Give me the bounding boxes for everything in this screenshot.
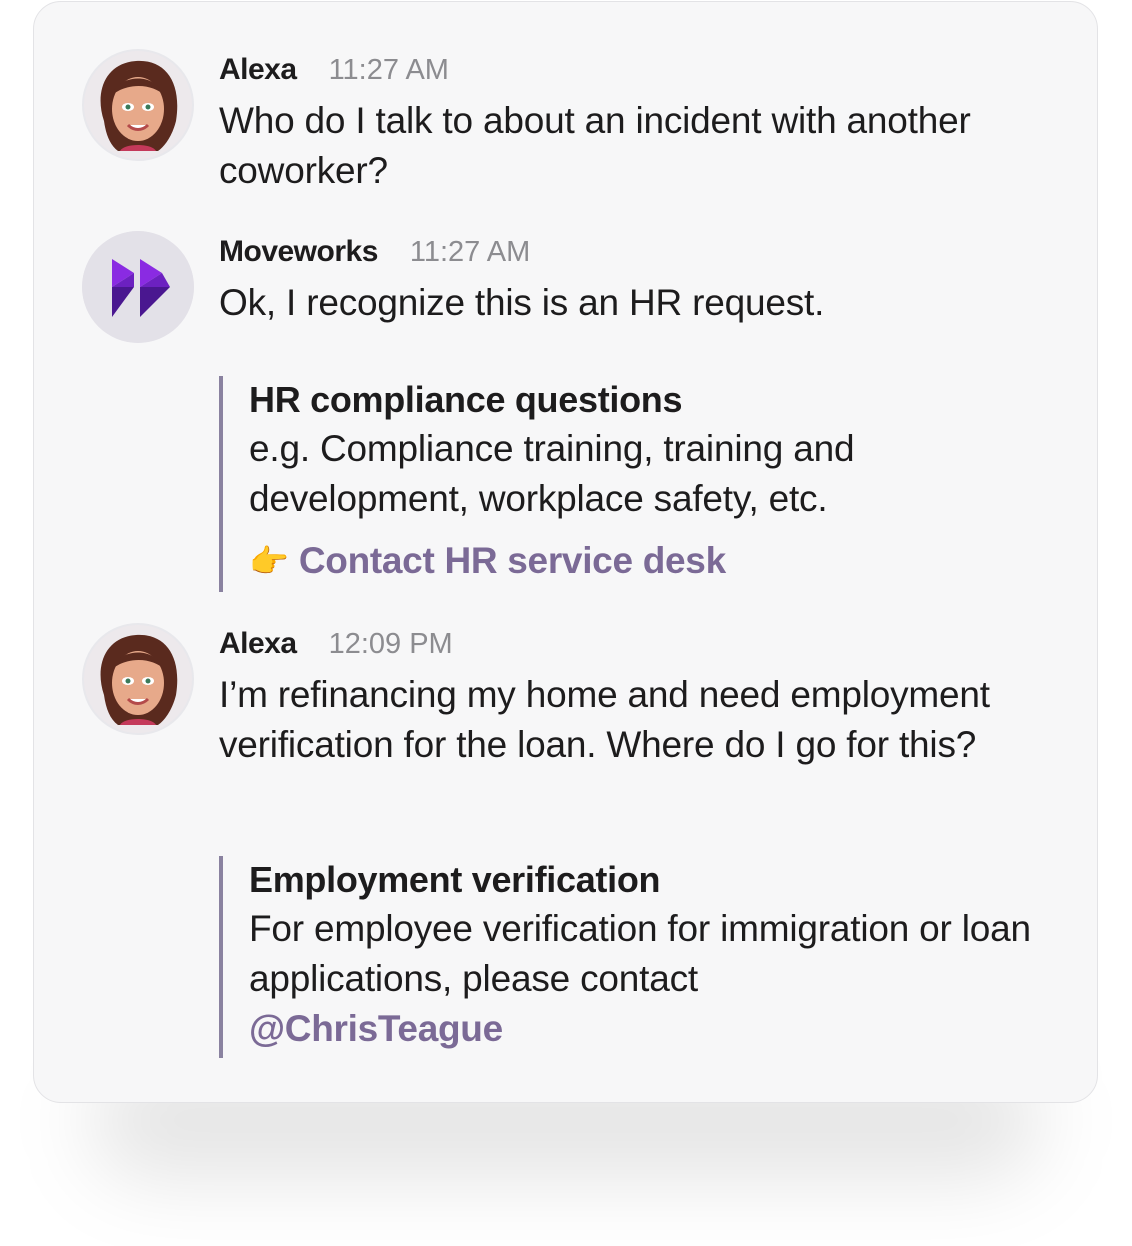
moveworks-logo-icon bbox=[82, 231, 194, 343]
message-body: Moveworks 11:27 AM Ok, I recognize this … bbox=[219, 231, 1057, 328]
message-text: I’m refinancing my home and need employm… bbox=[219, 674, 990, 765]
author-name[interactable]: Alexa bbox=[219, 627, 297, 661]
message: Alexa 11:27 AM Who do I talk to about an… bbox=[82, 49, 1057, 209]
user-avatar-icon bbox=[84, 625, 192, 733]
mention-link[interactable]: @ChrisTeague bbox=[249, 1004, 1037, 1054]
author-name[interactable]: Alexa bbox=[219, 53, 297, 87]
chat-card: Alexa 11:27 AM Who do I talk to about an… bbox=[33, 1, 1098, 1103]
message: Alexa 12:09 PM I’m refinancing my home a… bbox=[82, 623, 1057, 1063]
attachment-description: e.g. Compliance training, training and d… bbox=[249, 428, 855, 519]
timestamp[interactable]: 11:27 AM bbox=[329, 54, 449, 87]
attachment-block: HR compliance questions e.g. Compliance … bbox=[219, 376, 1037, 592]
avatar[interactable] bbox=[82, 49, 194, 161]
message-body: Alexa 11:27 AM Who do I talk to about an… bbox=[219, 49, 1057, 196]
user-avatar-icon bbox=[84, 51, 192, 159]
contact-hr-link[interactable]: 👉 Contact HR service desk bbox=[249, 536, 1037, 586]
avatar[interactable] bbox=[82, 231, 194, 343]
pointing-hand-icon: 👉 bbox=[249, 543, 289, 579]
contact-hr-link-label[interactable]: Contact HR service desk bbox=[299, 536, 726, 586]
message-text: Who do I talk to about an incident with … bbox=[219, 100, 971, 191]
message-text: Ok, I recognize this is an HR request. bbox=[219, 282, 825, 323]
author-name[interactable]: Moveworks bbox=[219, 235, 378, 269]
avatar[interactable] bbox=[82, 623, 194, 735]
attachment-title: Employment verification bbox=[249, 859, 661, 900]
attachment-block: Employment verification For employee ver… bbox=[219, 856, 1037, 1058]
message-body: Alexa 12:09 PM I’m refinancing my home a… bbox=[219, 623, 1057, 770]
timestamp[interactable]: 11:27 AM bbox=[410, 236, 530, 269]
timestamp[interactable]: 12:09 PM bbox=[329, 628, 453, 661]
attachment-description: For employee verification for immigratio… bbox=[249, 908, 1031, 999]
attachment-title: HR compliance questions bbox=[249, 379, 683, 420]
message: Moveworks 11:27 AM Ok, I recognize this … bbox=[82, 231, 1057, 601]
